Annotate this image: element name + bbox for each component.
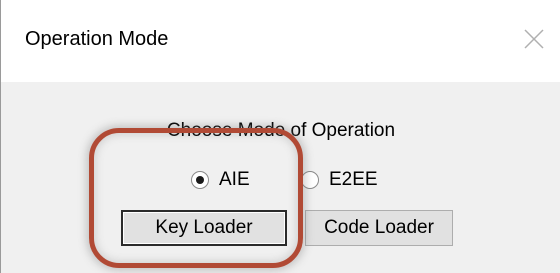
radio-aie[interactable]: AIE [191,168,250,192]
radio-e2ee[interactable]: E2EE [301,168,378,192]
title-bar: Operation Mode [1,0,560,82]
close-button[interactable] [517,22,551,56]
highlight-annotation [89,128,303,268]
close-icon [524,29,544,49]
mode-prompt-label: Choose Mode of Operation [166,120,396,141]
operation-mode-dialog: Operation Mode Choose Mode of Operation … [0,0,560,273]
radio-unselected-icon [301,171,319,189]
radio-e2ee-label: E2EE [329,169,378,190]
radio-selected-icon [191,171,209,189]
radio-dot [196,176,204,184]
key-loader-button[interactable]: Key Loader [121,210,287,246]
code-loader-button[interactable]: Code Loader [305,210,453,246]
radio-aie-label: AIE [219,169,250,190]
window-title: Operation Mode [25,28,169,50]
